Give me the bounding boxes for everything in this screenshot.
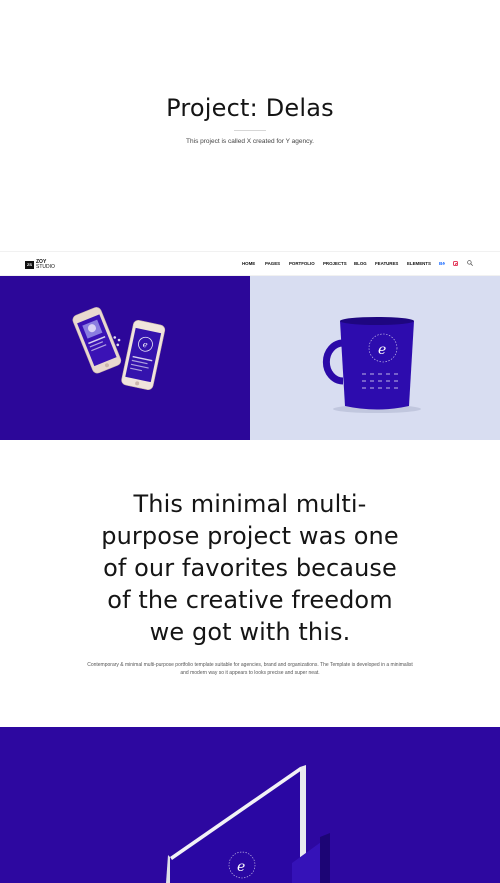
site-logo[interactable]: ZS ZOY STUDIO xyxy=(25,259,55,270)
phones-mockup-image[interactable]: e xyxy=(0,276,250,440)
phones-illustration: e xyxy=(72,307,166,390)
nav-item-features[interactable]: FEATURES xyxy=(375,261,398,266)
nav-item-home[interactable]: HOME xyxy=(242,261,255,266)
project-hero: Project: Delas This project is called X … xyxy=(0,0,500,250)
nav-item-pages[interactable]: PAGES xyxy=(265,261,280,266)
laptop-mockup-image[interactable]: e xyxy=(0,727,500,883)
statement-line: of our favorites because xyxy=(103,554,397,582)
statement-line: of the creative freedom xyxy=(107,586,393,614)
laptop-illustration: e xyxy=(166,765,330,883)
logo-line-2: STUDIO xyxy=(36,263,55,270)
nav-item-portfolio[interactable]: PORTFOLIO xyxy=(289,261,315,266)
statement-line: This minimal multi- xyxy=(133,490,367,518)
nav-item-elements[interactable]: ELEMENTS xyxy=(407,261,431,266)
page-subtitle: This project is called X created for Y a… xyxy=(186,138,314,145)
title-divider xyxy=(234,130,266,131)
svg-text:e: e xyxy=(378,342,386,358)
mug-mockup-image[interactable]: e xyxy=(250,276,500,440)
logo-mark: ZS xyxy=(25,260,34,269)
page-title: Project: Delas xyxy=(166,94,334,122)
svg-text:e: e xyxy=(237,859,245,875)
search-icon[interactable] xyxy=(467,260,473,266)
project-description: Contemporary & minimal multi-purpose por… xyxy=(87,662,413,676)
mug-illustration: e xyxy=(322,317,421,413)
nav-item-projects[interactable]: PROJECTS xyxy=(323,261,347,266)
statement-line: purpose project was one xyxy=(101,522,399,550)
statement-line: we got with this. xyxy=(149,618,351,646)
logo-text: ZOY STUDIO xyxy=(36,259,55,270)
behance-icon[interactable]: Bē xyxy=(439,261,445,266)
instagram-icon[interactable] xyxy=(453,261,459,267)
project-statement: This minimal multi- purpose project was … xyxy=(0,488,500,648)
top-navbar: ZS ZOY STUDIO HOME PAGES PORTFOLIO PROJE… xyxy=(0,251,500,276)
nav-item-blog[interactable]: BLOG xyxy=(354,261,367,266)
